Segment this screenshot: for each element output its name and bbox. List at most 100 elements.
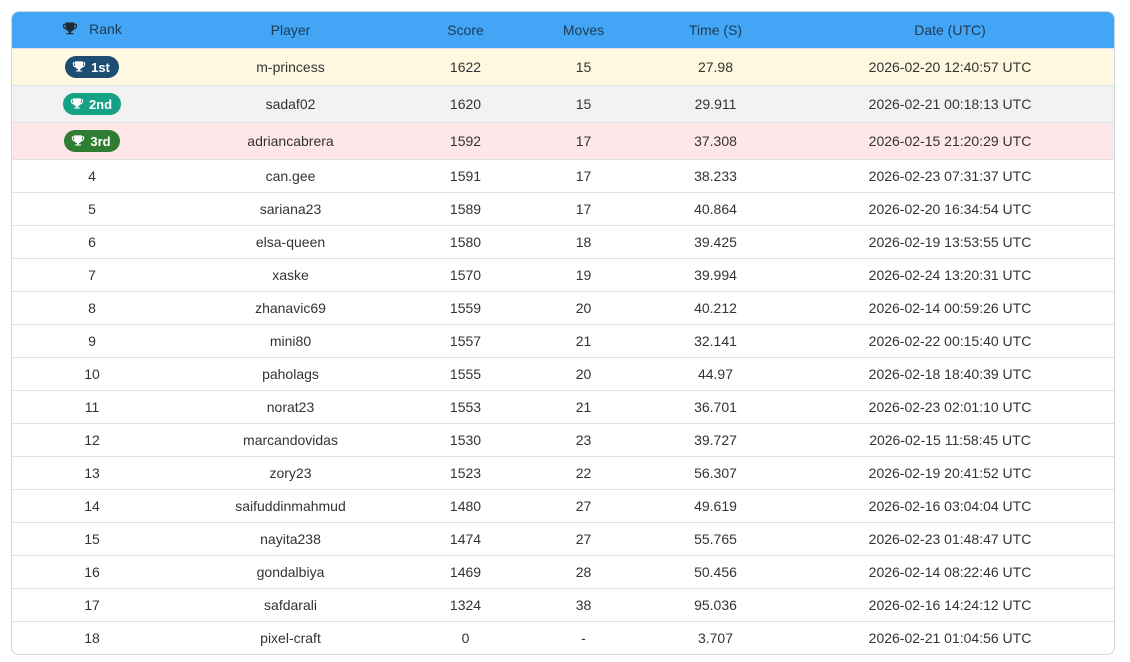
time-cell: 37.308 [694,133,737,149]
score-cell: 1324 [449,597,482,613]
moves-cell: - [581,630,586,646]
table-row: 13 zory23 1523 22 56.307 2026-02-19 20:41:52 … [12,456,1114,489]
date-cell: 2026-02-19 20:41:52 UTC [868,465,1032,481]
moves-cell: 21 [575,333,592,349]
header-rank[interactable]: Rank [12,21,172,40]
score-cell: 1530 [449,432,482,448]
player-cell: zhanavic69 [255,300,326,316]
time-cell: 38.233 [694,168,737,184]
table-row: 15 nayita238 1474 27 55.765 2026-02-23 01:48:… [12,522,1114,555]
rank-badge: 1st [65,56,119,78]
date-cell: 2026-02-22 00:15:40 UTC [868,333,1032,349]
moves-cell: 15 [575,96,592,112]
player-cell: adriancabrera [247,133,334,149]
table-row: 16 gondalbiya 1469 28 50.456 2026-02-14 08:22… [12,555,1114,588]
table-header: Rank Player Score Moves Time (S) Date (U… [12,12,1114,48]
table-row: 14 saifuddinmahmud 1480 27 49.619 2026-02-16 … [12,489,1114,522]
rank-cell: 3rd [12,130,172,152]
moves-cell: 27 [575,531,592,547]
header-score[interactable]: Score [409,22,522,38]
time-cell: 3.707 [697,630,734,646]
moves-cell: 17 [575,168,592,184]
player-cell: xaske [272,267,309,283]
score-cell: 1553 [449,399,482,415]
player-cell: sadaf02 [265,96,316,112]
date-cell: 2026-02-23 07:31:37 UTC [868,168,1032,184]
rank-cell: 14 [84,498,100,514]
date-cell: 2026-02-20 16:34:54 UTC [868,201,1032,217]
header-date[interactable]: Date (UTC) [786,22,1114,38]
rank-badge-label: 3rd [90,133,111,149]
header-moves[interactable]: Moves [522,22,645,38]
time-cell: 44.97 [697,366,734,382]
rank-cell: 1st [12,56,172,78]
moves-cell: 38 [575,597,592,613]
date-cell: 2026-02-18 18:40:39 UTC [868,366,1032,382]
rank-badge: 2nd [62,93,122,115]
header-time[interactable]: Time (S) [645,22,786,38]
moves-cell: 22 [575,465,592,481]
player-cell: safdarali [264,597,317,613]
time-cell: 56.307 [694,465,737,481]
table-row: 1st m-princess 1622 15 27.98 2026-02-20 12:40… [12,48,1114,85]
time-cell: 55.765 [694,531,737,547]
score-cell: 1622 [449,59,482,75]
date-cell: 2026-02-20 12:40:57 UTC [868,59,1032,75]
date-cell: 2026-02-15 11:58:45 UTC [869,432,1031,448]
table-row: 9 mini80 1557 21 32.141 2026-02-22 00:15:40 U… [12,324,1114,357]
rank-cell: 6 [88,234,96,250]
table-row: 17 safdarali 1324 38 95.036 2026-02-16 14:24:… [12,588,1114,621]
trophy-icon [72,61,86,72]
moves-cell: 20 [575,366,592,382]
rank-cell: 5 [88,201,96,217]
score-cell: 1480 [449,498,482,514]
table-row: 18 pixel-craft 0 - 3.707 2026-02-21 01:04:56 … [12,621,1114,654]
rank-badge: 3rd [64,130,120,152]
table-row: 12 marcandovidas 1530 23 39.727 2026-02-15 11… [12,423,1114,456]
time-cell: 27.98 [697,59,734,75]
date-cell: 2026-02-24 13:20:31 UTC [868,267,1032,283]
table-row: 11 norat23 1553 21 36.701 2026-02-23 02:01:10… [12,390,1114,423]
table-row: 3rd adriancabrera 1592 17 37.308 2026-02-15 2… [12,122,1114,159]
score-cell: 1523 [449,465,482,481]
moves-cell: 17 [575,133,592,149]
rank-cell: 11 [84,399,100,415]
score-cell: 1570 [449,267,482,283]
rank-cell: 13 [84,465,100,481]
date-cell: 2026-02-23 02:01:10 UTC [868,399,1032,415]
rank-cell: 9 [88,333,96,349]
date-cell: 2026-02-16 03:04:04 UTC [868,498,1032,514]
date-cell: 2026-02-16 14:24:12 UTC [868,597,1032,613]
score-cell: 0 [461,630,470,646]
date-cell: 2026-02-23 01:48:47 UTC [868,531,1032,547]
moves-cell: 17 [575,201,592,217]
moves-cell: 20 [575,300,592,316]
player-cell: m-princess [256,59,325,75]
player-cell: gondalbiya [256,564,325,580]
table-row: 10 paholags 1555 20 44.97 2026-02-18 18:40:39… [12,357,1114,390]
table-row: 4 can.gee 1591 17 38.233 2026-02-23 07:31:37 … [12,159,1114,192]
table-row: 5 sariana23 1589 17 40.864 2026-02-20 16:34:5… [12,192,1114,225]
rank-cell: 12 [84,432,100,448]
time-cell: 49.619 [694,498,737,514]
rank-cell: 4 [88,168,96,184]
table-row: 2nd sadaf02 1620 15 29.911 2026-02-21 00:18:1… [12,85,1114,122]
player-cell: norat23 [266,399,315,415]
rank-cell: 8 [88,300,96,316]
date-cell: 2026-02-14 00:59:26 UTC [868,300,1032,316]
rank-cell: 18 [84,630,100,646]
moves-cell: 15 [575,59,592,75]
header-player[interactable]: Player [172,22,409,38]
rank-cell: 10 [84,366,100,382]
time-cell: 40.212 [694,300,737,316]
moves-cell: 18 [575,234,592,250]
table-row: 7 xaske 1570 19 39.994 2026-02-24 13:20:31 UT… [12,258,1114,291]
time-cell: 95.036 [694,597,737,613]
rank-badge-label: 1st [91,59,110,75]
moves-cell: 21 [575,399,592,415]
score-cell: 1591 [449,168,482,184]
player-cell: zory23 [269,465,312,481]
player-cell: elsa-queen [255,234,326,250]
time-cell: 40.864 [694,201,737,217]
time-cell: 39.727 [694,432,737,448]
